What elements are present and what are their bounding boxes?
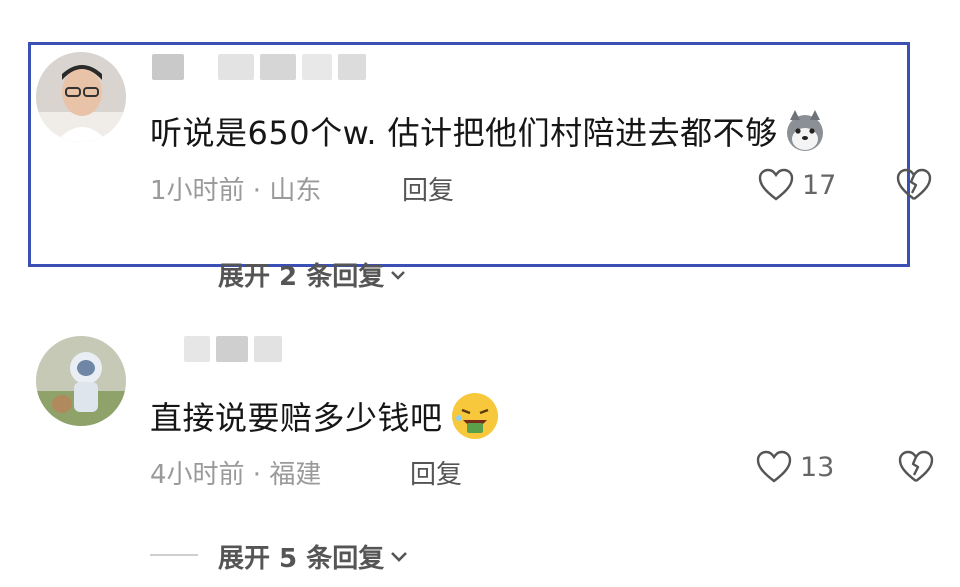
chevron-down-icon — [391, 270, 406, 280]
comment-time-location: 4小时前 · 福建 — [150, 460, 322, 490]
comment-1: 听说是650个w. 估计把他们村陪进去都不够 1小时前 · 山东 回复 17 展… — [0, 0, 960, 300]
man-portrait-avatar — [36, 52, 126, 142]
laughing-money-emoji — [449, 390, 501, 442]
comment-time-location: 1小时前 · 山东 — [150, 176, 322, 206]
astronaut-figure-avatar — [36, 336, 126, 426]
like-button[interactable]: 17 — [758, 168, 836, 202]
heart-icon — [758, 168, 794, 201]
avatar[interactable] — [36, 336, 126, 426]
dislike-button[interactable] — [895, 168, 933, 206]
expand-label: 展开 5 条回复 — [218, 544, 385, 574]
username-blurred[interactable] — [152, 52, 366, 82]
dislike-button[interactable] — [897, 450, 935, 488]
heart-icon — [756, 450, 792, 483]
broken-heart-icon — [898, 450, 934, 482]
like-count: 17 — [802, 169, 837, 201]
reply-button[interactable]: 回复 — [402, 170, 454, 207]
expand-replies-button[interactable]: 展开 5 条回复 — [218, 538, 408, 575]
comment-text: 听说是650个w. 估计把他们村陪进去都不够 — [150, 114, 778, 152]
expand-label: 展开 2 条回复 — [218, 262, 385, 292]
like-count: 13 — [800, 451, 835, 483]
like-button[interactable]: 13 — [756, 450, 834, 484]
broken-heart-icon — [896, 168, 932, 200]
username-blurred[interactable] — [184, 334, 282, 364]
husky-dog-emoji — [782, 108, 828, 154]
reply-button[interactable]: 回复 — [410, 454, 462, 491]
chevron-down-icon — [391, 551, 408, 562]
comment-2: 直接说要赔多少钱吧 4小时前 · 福建 回复 13 展开 5 条回复 — [0, 300, 960, 587]
avatar[interactable] — [36, 52, 126, 142]
comment-text: 直接说要赔多少钱吧 — [150, 399, 443, 437]
expand-replies-button[interactable]: 展开 2 条回复 — [218, 256, 406, 293]
divider-line — [150, 554, 198, 556]
